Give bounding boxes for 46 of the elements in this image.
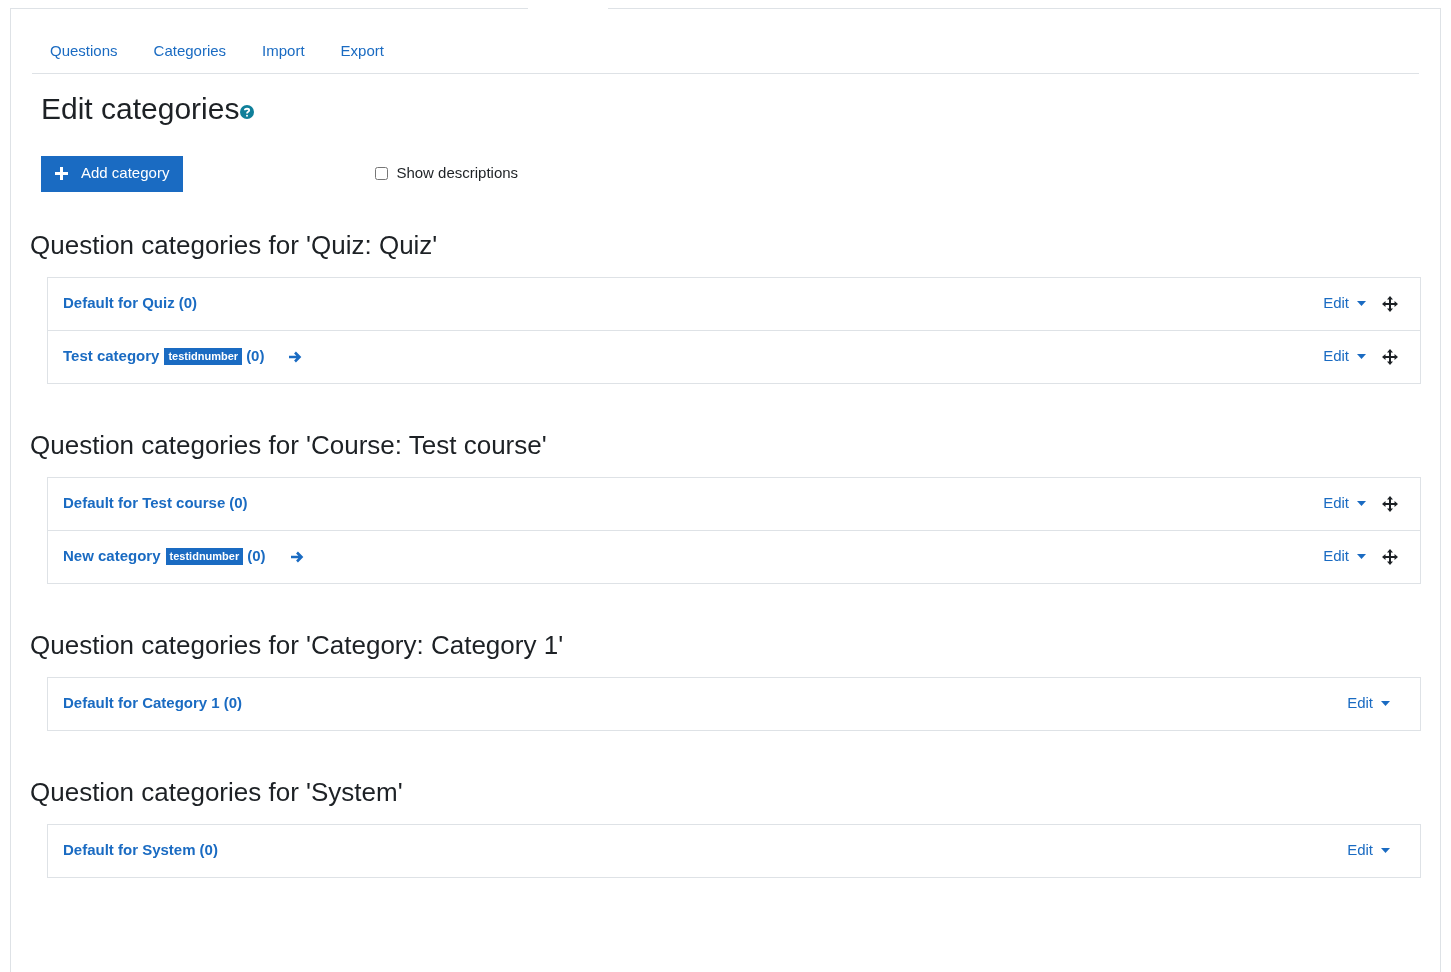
edit-menu-button[interactable]: Edit [1323, 345, 1366, 368]
arrow-right-icon[interactable] [288, 349, 303, 364]
section-heading: Question categories for 'System' [30, 776, 404, 807]
question-count: (0) [178, 293, 197, 314]
question-count: (0) [247, 546, 266, 567]
arrow-right-icon[interactable] [289, 549, 304, 564]
category-link[interactable]: Test category [63, 345, 160, 368]
edit-menu-button[interactable]: Edit [1347, 839, 1390, 862]
section-heading: Question categories for 'Course: Test course' [30, 429, 548, 460]
question-count: (0) [223, 693, 243, 714]
caret-icon [1357, 554, 1366, 559]
edit-menu-button[interactable]: Edit [1323, 545, 1366, 568]
edit-menu-button[interactable]: Edit [1323, 492, 1366, 515]
caret-icon [1357, 301, 1366, 306]
add-category-button[interactable]: Add category [41, 155, 184, 192]
nav-tab[interactable]: Categories [135, 40, 245, 63]
caret-icon [1381, 701, 1390, 706]
help-icon[interactable] [240, 104, 255, 119]
move-icon[interactable] [1382, 295, 1398, 312]
nav-tab[interactable]: Export [322, 40, 402, 63]
section-heading: Question categories for 'Category: Category 1' [30, 629, 565, 660]
idnumber-badge: testidnumber [164, 348, 243, 365]
category-link[interactable]: Default for Test course [63, 492, 226, 515]
plus-icon [55, 167, 68, 180]
caret-icon [1357, 354, 1366, 359]
caret-icon [1357, 501, 1366, 506]
question-count: (0) [246, 346, 265, 367]
page-heading: Edit categories [41, 90, 240, 127]
show-descriptions-checkbox[interactable] [375, 167, 389, 180]
edit-menu-button[interactable]: Edit [1323, 292, 1366, 315]
nav-tab[interactable]: Import [244, 40, 323, 63]
category-link[interactable]: Default for Category 1 [63, 692, 220, 715]
category-link[interactable]: Default for Quiz [63, 292, 175, 315]
category-link[interactable]: Default for System [63, 839, 196, 862]
edit-menu-button[interactable]: Edit [1347, 692, 1390, 715]
checkbox-label: Show descriptions [396, 163, 519, 184]
caret-icon [1381, 848, 1390, 853]
idnumber-badge: testidnumber [165, 548, 244, 565]
section-heading: Question categories for 'Quiz: Quiz' [30, 229, 439, 260]
move-icon[interactable] [1382, 548, 1398, 565]
category-link[interactable]: New category [63, 545, 161, 568]
move-icon[interactable] [1382, 495, 1398, 512]
move-icon[interactable] [1382, 348, 1398, 365]
question-count: (0) [229, 493, 248, 514]
nav-tab[interactable]: Questions [32, 40, 136, 63]
question-count: (0) [199, 840, 218, 861]
